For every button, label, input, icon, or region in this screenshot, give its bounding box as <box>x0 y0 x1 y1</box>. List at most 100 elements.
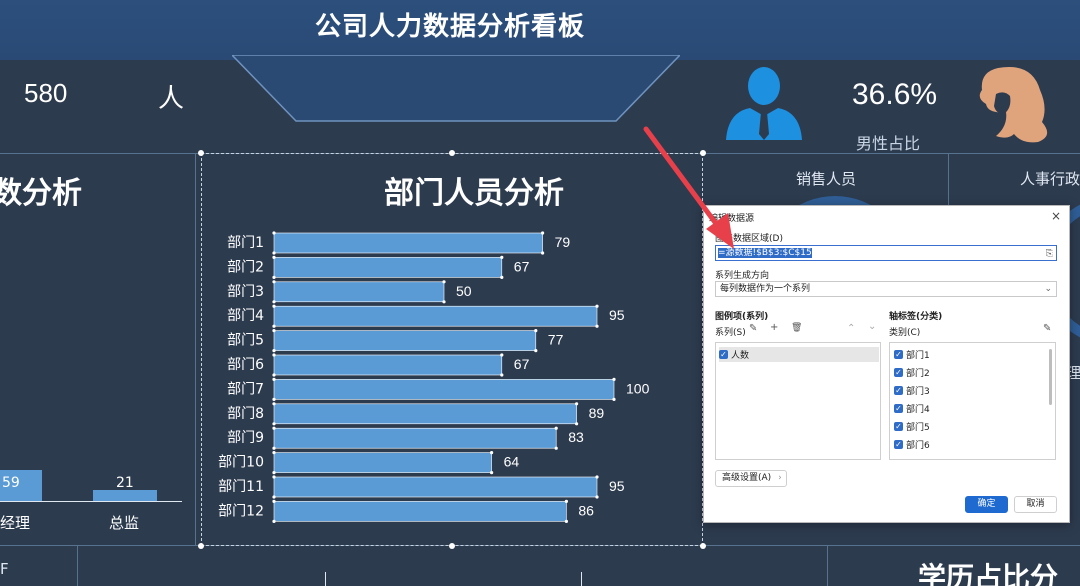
selection-point <box>272 373 276 377</box>
dashboard-title: 公司人力数据分析看板 <box>314 12 585 42</box>
cancel-button[interactable]: 取消 <box>1014 496 1057 513</box>
bar[interactable] <box>273 501 567 522</box>
add-series-icon[interactable]: + <box>770 322 778 333</box>
selection-point <box>272 304 276 308</box>
selection-point <box>442 300 446 304</box>
selection-point <box>272 280 276 284</box>
category-list-scrollbar[interactable] <box>1049 349 1052 405</box>
checkbox-checked-icon[interactable]: ✓ <box>894 386 903 395</box>
value-label: 86 <box>578 502 594 518</box>
divider-line <box>195 153 196 545</box>
category-label: 部门10 <box>218 455 264 471</box>
close-icon[interactable]: × <box>1051 209 1061 223</box>
bar[interactable] <box>273 257 503 278</box>
data-range-input[interactable]: =源数据!$B$3:$C$15 ⎘ <box>715 245 1057 261</box>
advanced-settings-label: 高级设置(A) <box>722 473 772 483</box>
bar[interactable] <box>273 232 543 254</box>
value-label: 50 <box>456 283 472 299</box>
value-label: 64 <box>504 454 520 470</box>
annotation-arrow <box>643 126 734 249</box>
checkbox-checked-icon[interactable]: ✓ <box>894 368 903 377</box>
edit-category-icon[interactable]: ✎ <box>1043 323 1051 334</box>
move-down-icon[interactable]: ⌄ <box>868 321 876 332</box>
left-chart-bar <box>93 490 157 501</box>
category-label: 部门3 <box>227 284 264 300</box>
resize-handle[interactable] <box>449 150 455 156</box>
category-item[interactable]: ✓ 部门4 <box>894 401 930 416</box>
checkbox-checked-icon[interactable]: ✓ <box>719 350 728 359</box>
delete-series-icon[interactable]: 🗑 <box>791 323 802 333</box>
selection-point <box>500 373 504 377</box>
chevron-down-icon: ⌄ <box>1044 284 1052 294</box>
selection-point <box>541 231 545 235</box>
bar[interactable] <box>273 330 537 351</box>
move-up-icon[interactable]: ⌃ <box>847 323 855 334</box>
resize-handle[interactable] <box>198 150 204 156</box>
selection-point <box>272 353 276 357</box>
series-direction-select[interactable]: 每列数据作为一个系列 ⌄ <box>715 281 1057 297</box>
selection-point <box>272 495 276 499</box>
category-item-label: 部门4 <box>906 405 930 415</box>
selection-point <box>490 451 494 455</box>
checkbox-checked-icon[interactable]: ✓ <box>894 350 903 359</box>
value-label: 100 <box>626 380 650 396</box>
selection-point <box>595 324 599 328</box>
category-label: 部门4 <box>227 308 264 324</box>
chevron-right-icon: › <box>778 473 782 483</box>
category-item[interactable]: ✓ 部门6 <box>894 437 930 452</box>
bar[interactable] <box>273 379 615 400</box>
selection-point <box>595 304 599 308</box>
bar[interactable] <box>273 427 557 449</box>
category-item-label: 部门3 <box>906 387 930 397</box>
bar[interactable] <box>273 476 598 498</box>
ok-button[interactable]: 确定 <box>965 496 1008 513</box>
bar[interactable] <box>273 354 503 376</box>
series-item-label: 人数 <box>731 351 750 361</box>
left-panel-title: 数分析 <box>0 176 82 211</box>
category-label: 部门6 <box>227 357 264 373</box>
bar[interactable] <box>273 452 492 473</box>
category-item[interactable]: ✓ 部门3 <box>894 383 930 398</box>
checkbox-checked-icon[interactable]: ✓ <box>894 440 903 449</box>
axis-tick <box>325 572 326 586</box>
left-chart-value: 21 <box>116 475 134 491</box>
category-label: 部门12 <box>218 503 264 519</box>
category-label: 部门7 <box>227 381 264 397</box>
checkbox-checked-icon[interactable]: ✓ <box>894 422 903 431</box>
range-picker-icon[interactable]: ⎘ <box>1046 247 1053 261</box>
resize-handle[interactable] <box>449 543 455 549</box>
selection-point <box>272 377 276 381</box>
category-item[interactable]: ✓ 部门1 <box>894 347 930 362</box>
category-item-label: 部门6 <box>906 441 930 451</box>
legend-section-label: 图例项(系列) <box>715 312 769 322</box>
selection-point <box>534 349 538 353</box>
bar[interactable] <box>273 281 445 303</box>
selection-point <box>595 495 599 499</box>
value-label: 95 <box>609 478 625 494</box>
category-item[interactable]: ✓ 部门2 <box>894 365 930 380</box>
selection-point <box>272 451 276 455</box>
series-toolbar-label: 系列(S) <box>715 328 746 338</box>
selection-point <box>272 471 276 475</box>
male-ratio-label: 男性占比 <box>856 134 921 153</box>
resize-handle[interactable] <box>700 543 706 549</box>
selection-point <box>554 426 558 430</box>
left-chart-value: 59 <box>2 475 20 491</box>
edit-series-icon[interactable]: ✎ <box>749 323 757 334</box>
series-item[interactable]: ✓ 人数 <box>719 347 879 362</box>
category-list: ✓ 部门1 ✓ 部门2 ✓ 部门3 ✓ 部门4 ✓ 部门5 ✓ 部门6 <box>889 342 1056 460</box>
advanced-settings-button[interactable]: 高级设置(A) › <box>715 470 787 487</box>
category-item[interactable]: ✓ 部门5 <box>894 419 930 434</box>
bar[interactable] <box>273 305 598 327</box>
category-label: 部门8 <box>227 406 264 422</box>
department-bar-chart[interactable]: 部门1 79 部门2 67 部门3 50 部门4 95 部门5 77 部门6 67 部门7 100 部门8 8… <box>205 225 665 527</box>
bar[interactable] <box>273 403 577 425</box>
selection-point <box>272 329 276 333</box>
education-panel-title: 学历占比分 <box>918 561 1059 586</box>
selection-point <box>272 475 276 479</box>
checkbox-checked-icon[interactable]: ✓ <box>894 404 903 413</box>
resize-handle[interactable] <box>198 543 204 549</box>
category-toolbar-label: 类别(C) <box>889 328 921 338</box>
series-list: ✓ 人数 <box>715 342 881 460</box>
divider-line <box>827 545 828 586</box>
